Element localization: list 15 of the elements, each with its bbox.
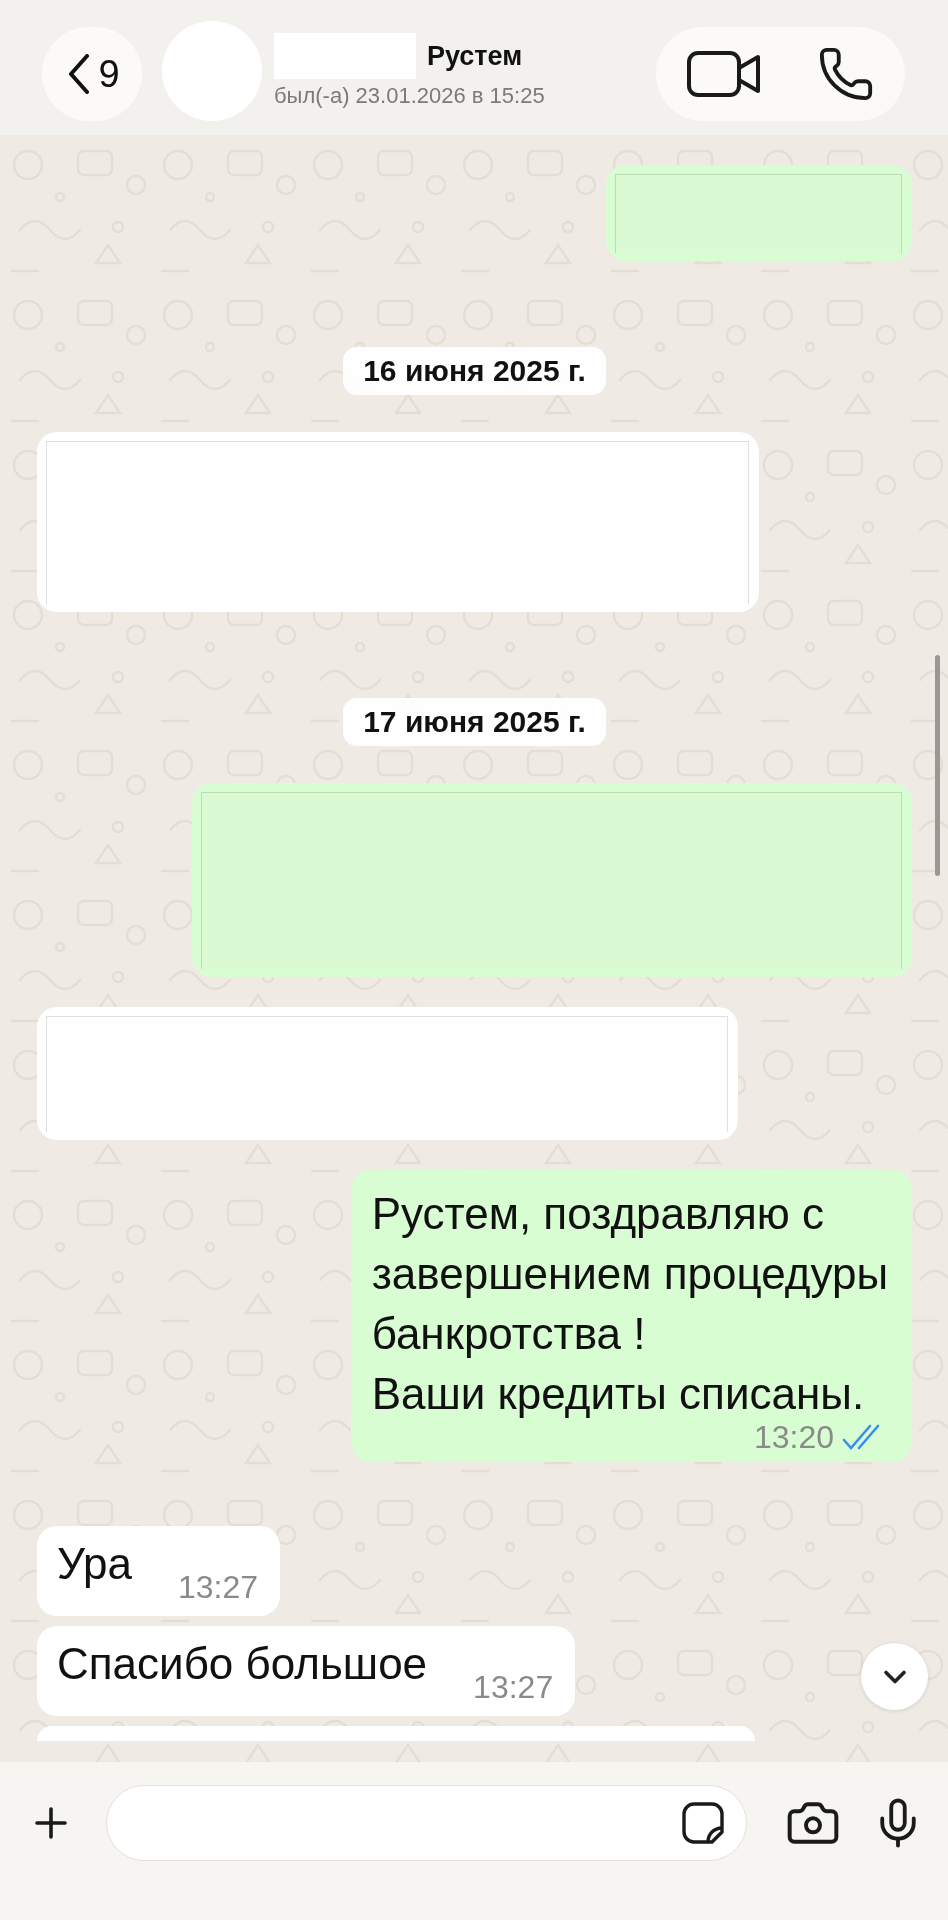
contact-name[interactable]: Рустем (427, 40, 523, 72)
message-time: 13:27 (177, 1568, 258, 1606)
phone-icon[interactable] (817, 45, 875, 103)
message-time: 13:20 (753, 1418, 834, 1456)
date-label: 17 июня 2025 г. (343, 698, 606, 746)
video-camera-icon[interactable] (687, 49, 761, 99)
message-text: Рустем, поздравляю с завершением процедуры банкротства ! Ваши кредиты списаны. (371, 1188, 888, 1420)
message-time: 13:27 (473, 1668, 554, 1706)
message-text: Спасибо большое (57, 1638, 428, 1690)
sticker-icon[interactable] (682, 1802, 724, 1844)
date-label: 16 июня 2025 г. (343, 347, 606, 395)
back-button[interactable]: 9 (42, 27, 142, 121)
message-text: Ура (57, 1538, 132, 1590)
last-seen-status: был(-а) 23.01.2026 в 15:25 (274, 83, 545, 109)
chevron-left-icon (68, 54, 91, 94)
